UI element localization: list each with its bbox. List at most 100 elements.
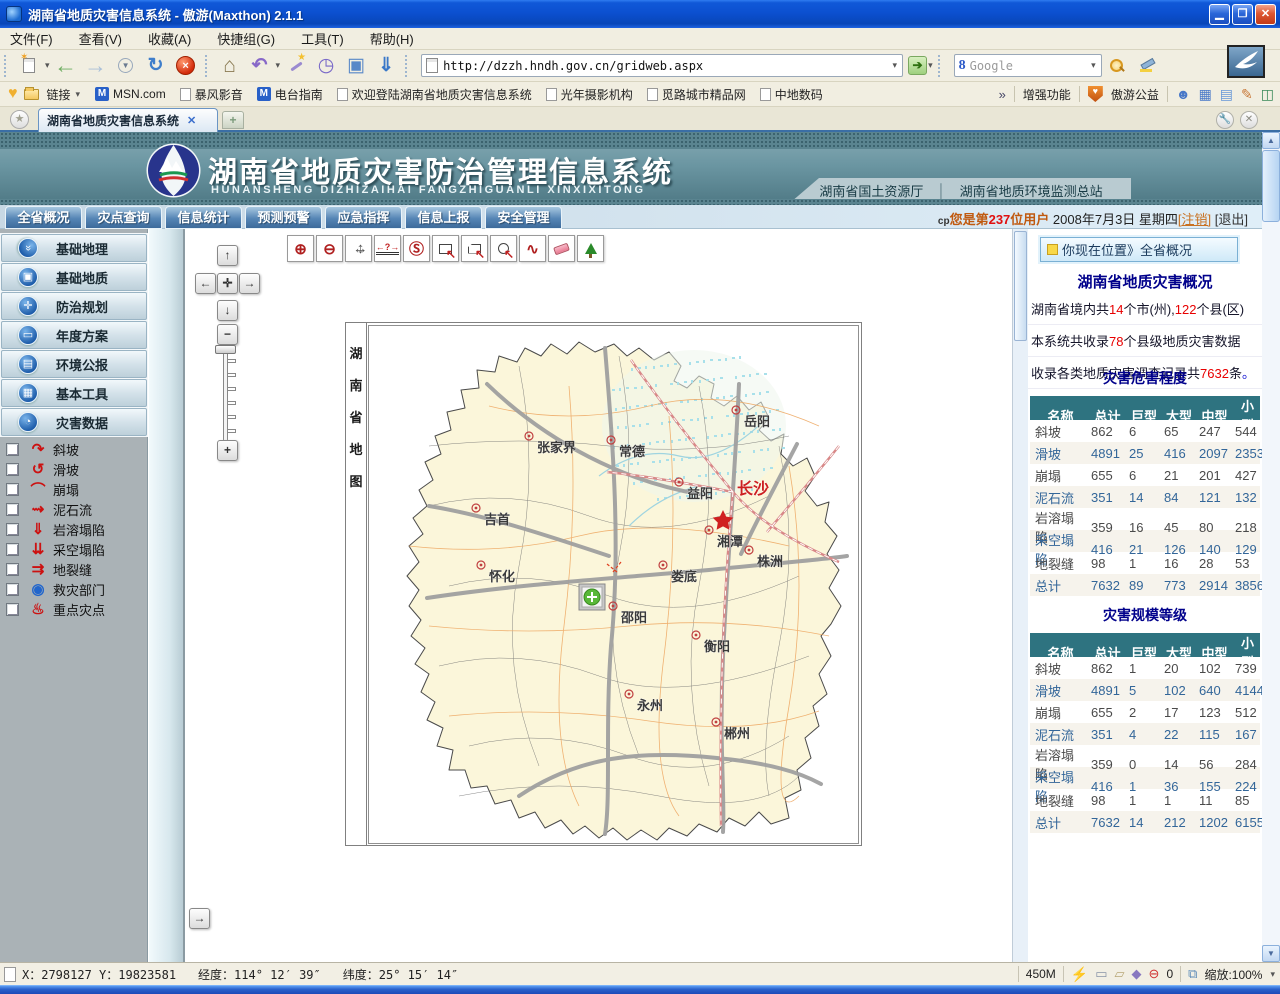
address-bar[interactable]: http://dzzh.hndh.gov.cn/gridweb.aspx ▾ bbox=[421, 54, 903, 77]
undo-caret-icon[interactable]: ▾ bbox=[276, 60, 281, 71]
url-input[interactable]: http://dzzh.hndh.gov.cn/gridweb.aspx bbox=[443, 59, 886, 73]
content-scrollbar[interactable] bbox=[1012, 229, 1028, 962]
full-extent-tool-button[interactable] bbox=[577, 235, 604, 262]
zoom-in-slider-button[interactable]: + bbox=[217, 440, 238, 461]
link-geo-env-monitoring-station[interactable]: 湖南省地质环境监测总站 bbox=[960, 181, 1103, 200]
go-button[interactable]: ➔ bbox=[908, 56, 927, 75]
address-dropdown-icon[interactable]: ▾ bbox=[893, 60, 898, 71]
menu-item-收藏(A)[interactable]: 收藏(A) bbox=[148, 29, 191, 48]
history-dropdown-button[interactable]: ▼ bbox=[113, 53, 139, 79]
measure-area-tool-button[interactable]: Ⓢ bbox=[403, 235, 430, 262]
stop-button[interactable]: × bbox=[173, 53, 199, 79]
select-circle-tool-button[interactable] bbox=[490, 235, 517, 262]
menu-item-快捷组(G)[interactable]: 快捷组(G) bbox=[217, 29, 275, 48]
sidebar-section-灾害数据[interactable]: ◔灾害数据 bbox=[1, 408, 147, 436]
layer-checkbox-斜坡[interactable] bbox=[6, 443, 19, 456]
layer-checkbox-救灾部门[interactable] bbox=[6, 583, 19, 596]
maximize-button[interactable]: ❐ bbox=[1232, 4, 1253, 25]
links-folder[interactable]: 链接 ▾ bbox=[24, 86, 82, 103]
layer-checkbox-岩溶塌陷[interactable] bbox=[6, 523, 19, 536]
map-canvas[interactable]: 张家界常德岳阳益阳长沙吉首湘潭株洲怀化娄底邵阳衡阳永州郴州 bbox=[368, 325, 859, 844]
table-row[interactable]: 崩塌655217123512 bbox=[1030, 701, 1260, 723]
pan-down-button[interactable]: ↓ bbox=[217, 300, 238, 321]
draw-redline-tool-button[interactable]: ∿ bbox=[519, 235, 546, 262]
favorites-heart-icon[interactable]: ♥ bbox=[8, 85, 18, 103]
sidebar-section-基础地质[interactable]: ▣基础地质 bbox=[1, 263, 147, 291]
tab-settings-button[interactable]: 🔧 bbox=[1216, 111, 1234, 129]
scroll-down-button[interactable]: ▼ bbox=[1262, 945, 1280, 962]
boost-icon[interactable]: ⚡ bbox=[1071, 966, 1088, 983]
table-row[interactable]: 总计76321421212026155 bbox=[1030, 811, 1260, 833]
links-bar-item[interactable]: 觅路城市精品网 bbox=[647, 86, 746, 103]
layer-checkbox-重点灾点[interactable] bbox=[6, 603, 19, 616]
window-capture-button[interactable]: ▣ bbox=[343, 53, 369, 79]
maxthon-swan-logo[interactable] bbox=[1227, 45, 1265, 78]
new-page-caret-icon[interactable]: ▾ bbox=[45, 60, 50, 71]
new-tab-button[interactable]: + bbox=[222, 111, 244, 129]
zoom-slider-handle[interactable] bbox=[215, 345, 236, 354]
zoom-level[interactable]: 缩放:100% bbox=[1204, 966, 1262, 983]
undo-button[interactable]: ↶ bbox=[247, 53, 273, 79]
sidebar-section-年度方案[interactable]: ▭年度方案 bbox=[1, 321, 147, 349]
menu-item-文件(F)[interactable]: 文件(F) bbox=[10, 29, 53, 48]
search-button[interactable] bbox=[1104, 53, 1130, 79]
links-bar-item[interactable]: 中地数码 bbox=[760, 86, 823, 103]
layer-checkbox-地裂缝[interactable] bbox=[6, 563, 19, 576]
enhance-features-button[interactable]: 增强功能 bbox=[1023, 86, 1071, 103]
nav-tab-全省概况[interactable]: 全省概况 bbox=[5, 206, 82, 229]
nav-tab-信息统计[interactable]: 信息统计 bbox=[165, 206, 242, 229]
links-overflow-button[interactable]: » bbox=[999, 87, 1006, 102]
table-row[interactable]: 泥石流3511484121132 bbox=[1030, 486, 1260, 508]
table-row[interactable]: 斜坡862120102739 bbox=[1030, 657, 1260, 679]
table-row[interactable]: 岩溶塌陷359164580218 bbox=[1030, 508, 1260, 530]
table-row[interactable]: 斜坡862665247544 bbox=[1030, 420, 1260, 442]
pen-cup-icon[interactable]: ✎ bbox=[1241, 86, 1253, 103]
magic-fill-button[interactable] bbox=[283, 53, 309, 79]
resize-icon[interactable]: ⧉ bbox=[1188, 966, 1197, 982]
nav-tab-安全管理[interactable]: 安全管理 bbox=[485, 206, 562, 229]
plugin-icon[interactable]: ◫ bbox=[1261, 86, 1274, 103]
table-row[interactable]: 滑坡48912541620972353 bbox=[1030, 442, 1260, 464]
user-icon[interactable]: ☻ bbox=[1176, 86, 1191, 102]
layer-checkbox-滑坡[interactable] bbox=[6, 463, 19, 476]
table-row[interactable]: 岩溶塌陷35901456284 bbox=[1030, 745, 1260, 767]
zoom-out-slider-button[interactable]: − bbox=[217, 324, 238, 345]
pan-right-button[interactable]: → bbox=[239, 273, 260, 294]
tab-list-close-button[interactable]: ✕ bbox=[1240, 111, 1258, 129]
exit-link[interactable]: [退出] bbox=[1211, 212, 1248, 227]
menu-item-工具(T)[interactable]: 工具(T) bbox=[301, 29, 344, 48]
table-row[interactable]: 地裂缝98111185 bbox=[1030, 789, 1260, 811]
search-input[interactable]: Google bbox=[970, 59, 1086, 73]
proxy-icon[interactable]: ▭ bbox=[1095, 966, 1107, 982]
collapse-panel-button[interactable]: → bbox=[189, 908, 210, 929]
sidebar-section-环境公报[interactable]: ▤环境公报 bbox=[1, 350, 147, 378]
download-button[interactable]: ⇓ bbox=[373, 53, 399, 79]
sidebar-section-基本工具[interactable]: ▦基本工具 bbox=[1, 379, 147, 407]
select-rectangle-tool-button[interactable] bbox=[432, 235, 459, 262]
sidebar-section-防治规划[interactable]: ✛防治规划 bbox=[1, 292, 147, 320]
refresh-button[interactable]: ↻ bbox=[143, 53, 169, 79]
layer-checkbox-采空塌陷[interactable] bbox=[6, 543, 19, 556]
eraser-tool-button[interactable] bbox=[548, 235, 575, 262]
link-land-resources-dept[interactable]: 湖南省国土资源厅 bbox=[819, 181, 923, 200]
home-button[interactable]: ⌂ bbox=[217, 53, 243, 79]
go-caret-icon[interactable]: ▾ bbox=[928, 60, 933, 71]
scroll-up-button[interactable]: ▲ bbox=[1262, 132, 1280, 149]
measure-distance-tool-button[interactable]: ←?→ bbox=[374, 235, 401, 262]
layer-checkbox-崩塌[interactable] bbox=[6, 483, 19, 496]
back-button[interactable]: ← bbox=[53, 53, 79, 79]
forward-button[interactable]: → bbox=[83, 53, 109, 79]
table-row[interactable]: 总计76328977329143856 bbox=[1030, 574, 1260, 596]
pan-center-button[interactable]: ✛ bbox=[217, 273, 238, 294]
pan-left-button[interactable]: ← bbox=[195, 273, 216, 294]
notes-icon[interactable]: ▤ bbox=[1220, 86, 1233, 103]
nav-tab-预测预警[interactable]: 预测预警 bbox=[245, 206, 322, 229]
toolbar-grip[interactable] bbox=[4, 55, 10, 77]
highlight-button[interactable] bbox=[1134, 53, 1160, 79]
window-mini-icon[interactable]: ▦ bbox=[1199, 86, 1212, 103]
popup-blocker-icon[interactable]: ⊖ bbox=[1149, 966, 1160, 982]
links-bar-item[interactable]: 暴风影音 bbox=[180, 86, 243, 103]
minimize-button[interactable]: ▁ bbox=[1209, 4, 1230, 25]
layer-checkbox-泥石流[interactable] bbox=[6, 503, 19, 516]
nav-tab-信息上报[interactable]: 信息上报 bbox=[405, 206, 482, 229]
